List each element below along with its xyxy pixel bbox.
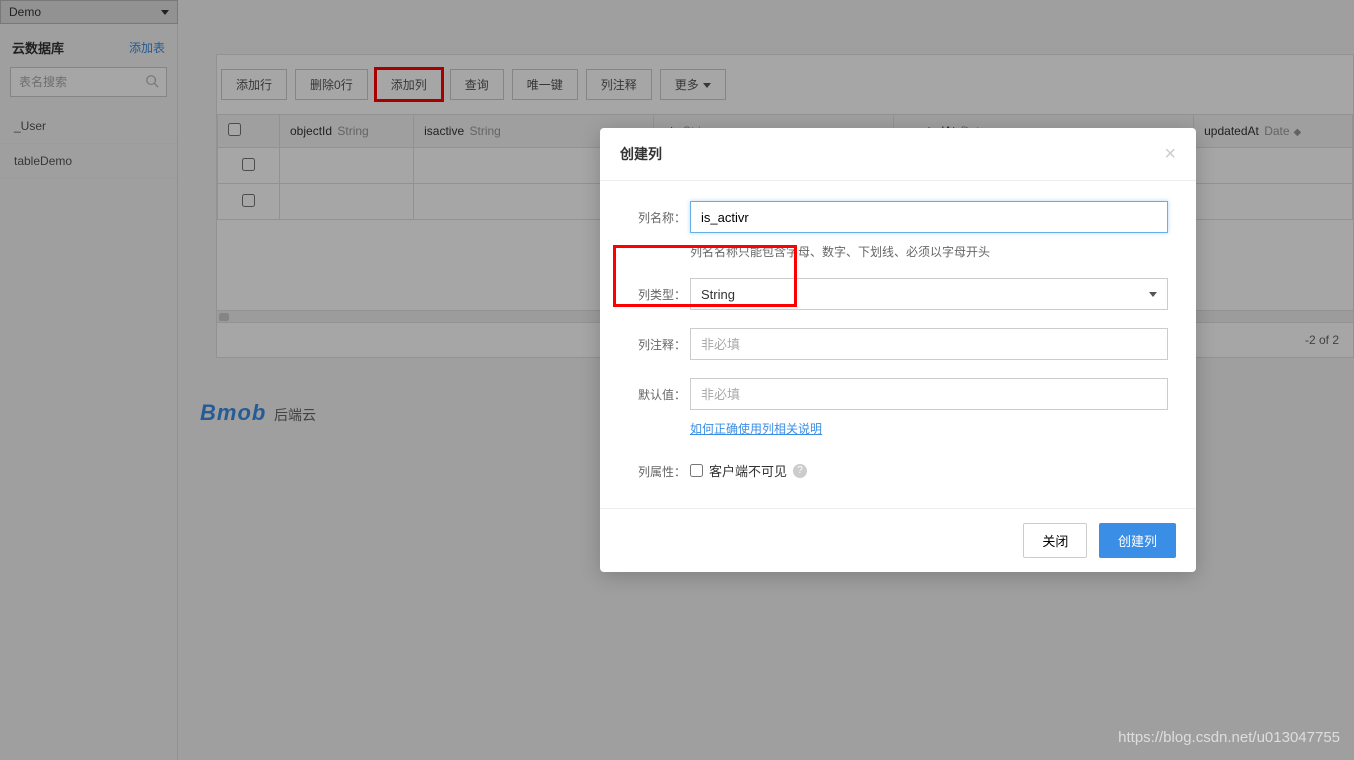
modal-confirm-button[interactable]: 创建列 [1099, 523, 1176, 558]
modal-header: 创建列 × [600, 128, 1196, 181]
hidden-to-client-checkbox[interactable] [690, 464, 703, 477]
watermark-text: https://blog.csdn.net/u013047755 [1118, 729, 1340, 746]
help-icon[interactable]: ? [793, 464, 807, 478]
column-name-label: 列名称： [620, 201, 686, 226]
modal-close-button[interactable]: 关闭 [1023, 523, 1087, 558]
column-comment-label: 列注释： [620, 328, 686, 353]
column-attr-label: 列属性： [620, 455, 686, 480]
column-default-input[interactable] [690, 378, 1168, 410]
column-type-value: String [701, 287, 735, 302]
caret-down-icon [1149, 292, 1157, 297]
column-type-label: 列类型： [620, 278, 686, 303]
modal-body: 列名称： 列名名称只能包含字母、数字、下划线、必须以字母开头 列类型： Stri… [600, 181, 1196, 508]
column-default-label: 默认值： [620, 378, 686, 403]
hidden-to-client-label: 客户端不可见 [709, 461, 787, 480]
column-comment-input[interactable] [690, 328, 1168, 360]
column-type-select[interactable]: String [690, 278, 1168, 310]
close-icon[interactable]: × [1164, 144, 1176, 164]
modal-footer: 关闭 创建列 [600, 508, 1196, 572]
column-name-hint: 列名名称只能包含字母、数字、下划线、必须以字母开头 [690, 243, 1168, 260]
column-name-input[interactable] [690, 201, 1168, 233]
column-help-link[interactable]: 如何正确使用列相关说明 [690, 422, 822, 436]
create-column-modal: 创建列 × 列名称： 列名名称只能包含字母、数字、下划线、必须以字母开头 列类型… [600, 128, 1196, 572]
modal-title: 创建列 [620, 144, 662, 164]
